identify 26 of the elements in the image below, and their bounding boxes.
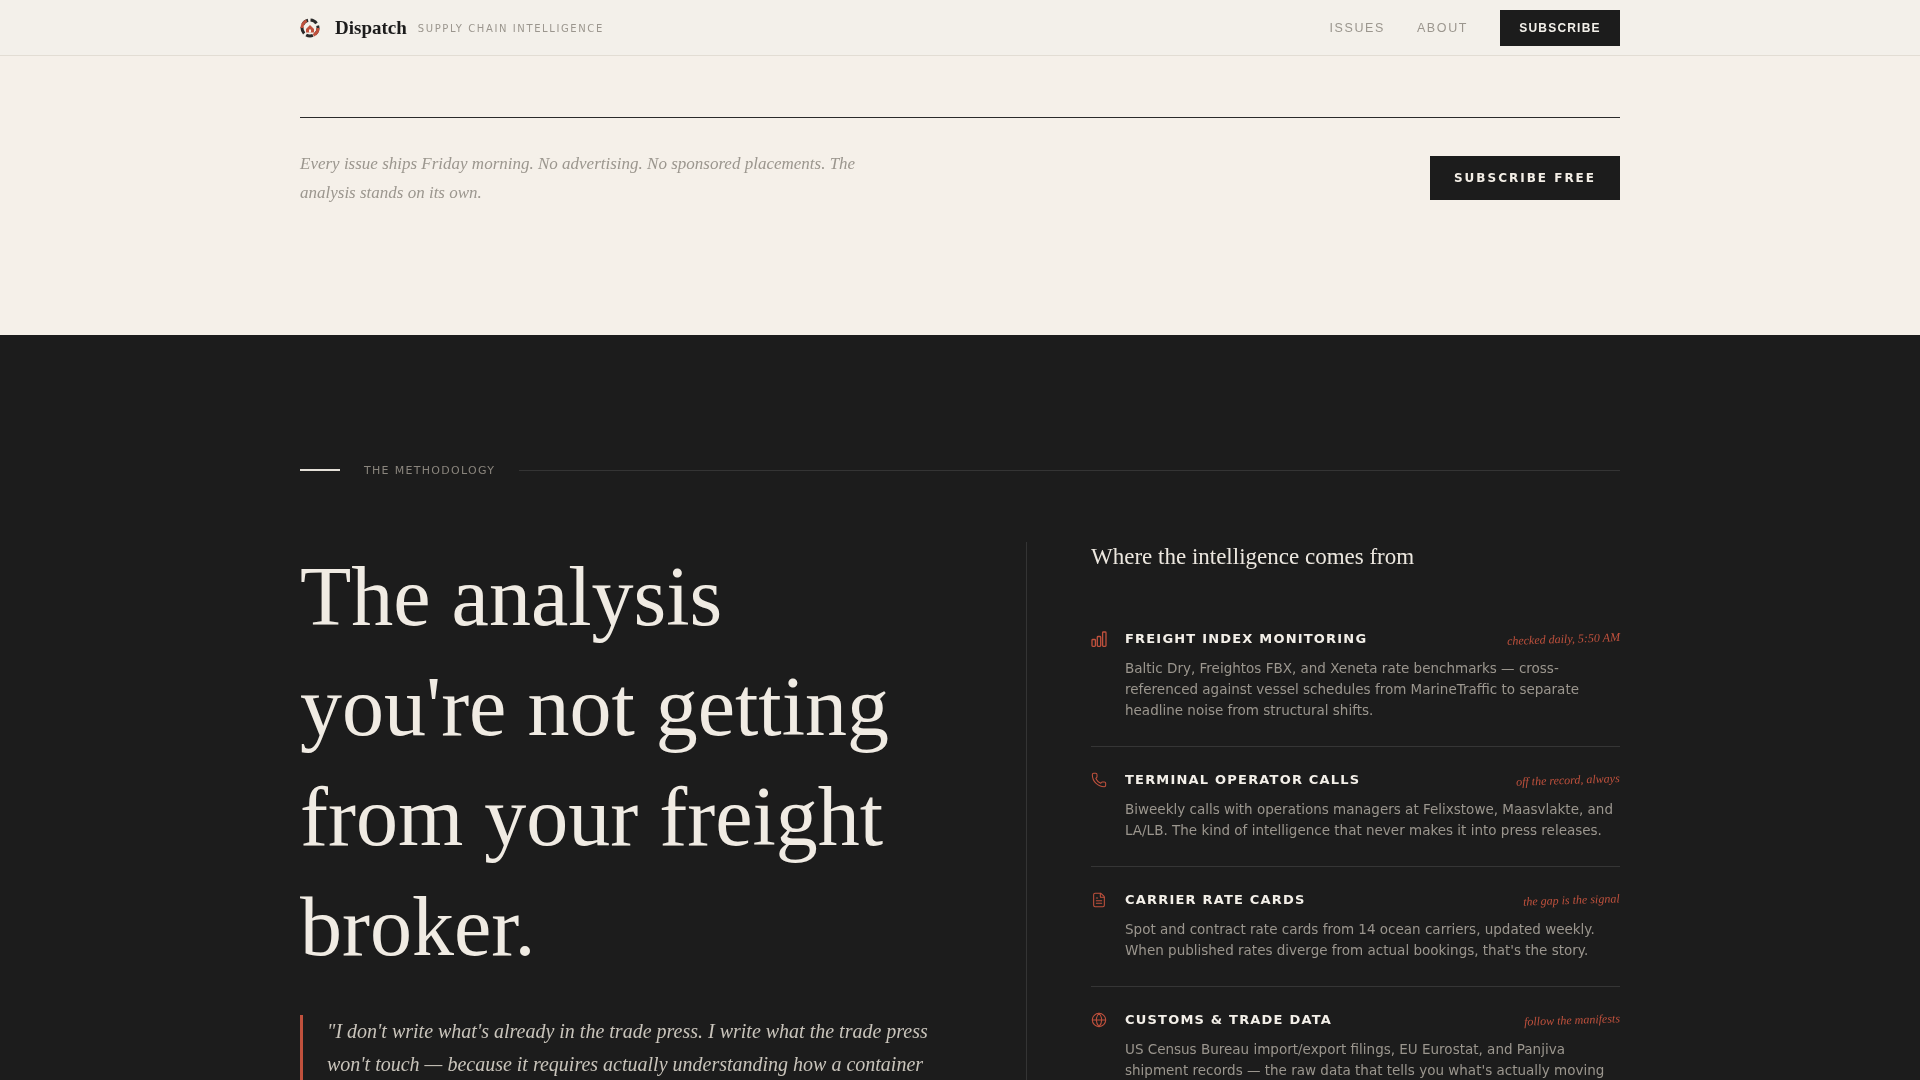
source-title: TERMINAL OPERATOR CALLS xyxy=(1125,771,1361,789)
source-description: Spot and contract rate cards from 14 ocean carriers, updated weekly. When published rates diverge from actual bookings, that's the story. xyxy=(1125,920,1596,960)
source-note: off the record, always xyxy=(1516,771,1621,790)
source-description: Biweekly calls with operations managers at Felixstowe, Maasvlakte, and LA/LB. The kind of intelligence that never makes it into press releases. xyxy=(1125,800,1614,840)
source-note: follow the manifests xyxy=(1523,1011,1621,1030)
source-title: CARRIER RATE CARDS xyxy=(1125,891,1306,909)
bar-chart-icon xyxy=(1091,631,1107,647)
section-eyebrow: THE METHODOLOGY xyxy=(364,463,496,477)
source-description: Baltic Dry, Freightos FBX, and Xeneta rate benchmarks — cross-referenced against vessel schedules from MarineTraffic to separate headline noise from structural shifts. xyxy=(1125,659,1580,720)
source-note: the gap is the signal xyxy=(1523,891,1621,910)
intro-text: Every issue ships Friday morning. No advertising. No sponsored placements. The analysis stands on its own. xyxy=(300,153,857,204)
headline: The analysis you're not getting from your freight broker. xyxy=(300,549,891,975)
source-title: FREIGHT INDEX MONITORING xyxy=(1125,630,1368,648)
tagline: SUPPLY CHAIN INTELLIGENCE xyxy=(417,22,604,34)
logo-icon xyxy=(300,17,320,38)
source-title: CUSTOMS & TRADE DATA xyxy=(1125,1011,1332,1029)
source-note: checked daily, 5:50 AM xyxy=(1506,630,1621,649)
source-description: US Census Bureau import/export filings, EU Eurostat, and Panjiva shipment records — the raw data that tells you what's actually moving xyxy=(1125,1040,1606,1080)
subscribe-button[interactable]: SUBSCRIBE xyxy=(1500,9,1620,46)
pull-quote: "I don't write what's already in the trade press. I write what the trade press won't touch — because it requires actually understanding how a container xyxy=(300,1015,960,1080)
document-icon xyxy=(1091,892,1107,908)
sources-heading: Where the intelligence comes from xyxy=(1091,543,1416,571)
phone-icon xyxy=(1091,772,1107,788)
brand-name: Dispatch xyxy=(335,16,407,39)
globe-icon xyxy=(1091,1012,1107,1028)
subscribe-free-button[interactable]: SUBSCRIBE FREE xyxy=(1430,156,1620,200)
